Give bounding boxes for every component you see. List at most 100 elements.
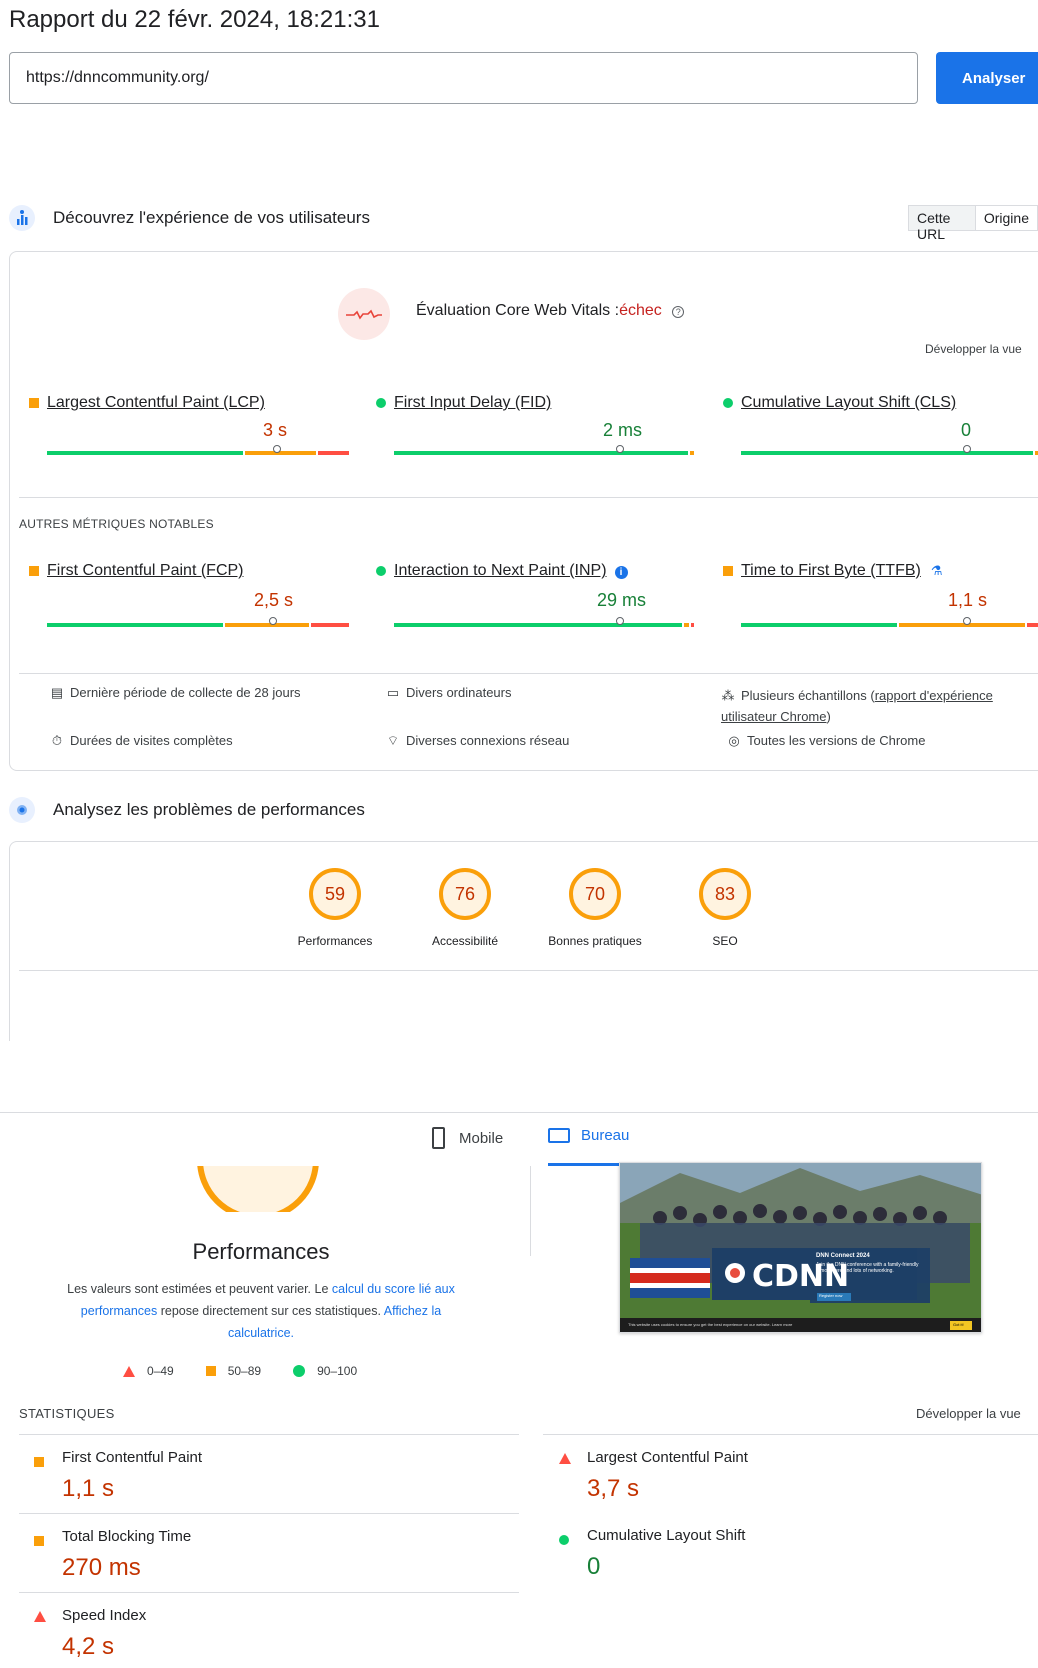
lab-section-title: Analysez les problèmes de performances	[53, 800, 365, 819]
metric-cls: Cumulative Layout Shift (CLS) 0	[723, 394, 1038, 455]
distribution-bar	[394, 617, 696, 627]
analyze-button[interactable]: Analyser	[936, 52, 1038, 104]
legend-pass: 90–100	[293, 1364, 357, 1378]
info-samples: ⁂ Plusieurs échantillons (rapport d'expér…	[721, 685, 1021, 727]
info-icon[interactable]: i	[614, 566, 628, 579]
red-triangle-icon	[34, 1611, 46, 1622]
expand-view-link[interactable]: Développer la vue	[925, 342, 1022, 356]
devices-icon: ▭	[386, 685, 400, 700]
cwv-status: échec	[619, 302, 662, 319]
field-section-title: Découvrez l'expérience de vos utilisateu…	[53, 208, 370, 227]
score-seo[interactable]: 83 SEO	[665, 868, 785, 948]
divider	[19, 497, 1038, 498]
metric-value: 29 ms	[596, 590, 646, 610]
stat-cls: Cumulative Layout Shift 0	[543, 1513, 1038, 1593]
phone-icon	[432, 1127, 445, 1149]
users-experience-icon	[9, 205, 35, 231]
stat-name: Largest Contentful Paint	[587, 1449, 748, 1466]
stats-title: STATISTIQUES	[19, 1406, 115, 1421]
stat-name: Total Blocking Time	[62, 1528, 192, 1545]
tab-desktop-label: Bureau	[581, 1127, 630, 1144]
distribution-bar	[47, 617, 349, 627]
metric-name[interactable]: Time to First Byte (TTFB)	[741, 562, 921, 579]
timer-icon: ⏱	[51, 733, 63, 748]
stat-name: First Contentful Paint	[62, 1449, 203, 1466]
metric-name[interactable]: Cumulative Layout Shift (CLS)	[741, 394, 956, 411]
score-performance[interactable]: 59 Performances	[275, 868, 395, 948]
divider	[0, 1112, 1038, 1113]
performance-gauge	[190, 1166, 326, 1212]
distribution-bar	[47, 445, 349, 455]
stat-value: 1,1 s	[62, 1475, 115, 1502]
samples-icon: ⁂	[721, 688, 735, 703]
stat-value: 3,7 s	[587, 1475, 640, 1502]
flask-icon: ⚗	[930, 563, 943, 578]
score-label: Performances	[297, 934, 373, 948]
stat-lcp: Largest Contentful Paint 3,7 s	[543, 1434, 1038, 1514]
stat-value: 0	[587, 1553, 601, 1580]
monitor-icon	[548, 1128, 570, 1143]
calendar-icon: ▤	[50, 685, 64, 700]
screenshot-cookie-button: Got it!	[953, 1322, 964, 1327]
score-gauge: 70	[569, 868, 621, 920]
green-circle-icon	[293, 1365, 306, 1377]
score-legend: 0–49 50–89 90–100	[123, 1364, 357, 1378]
red-triangle-icon	[559, 1453, 571, 1464]
tab-desktop[interactable]: Bureau	[548, 1127, 629, 1144]
help-icon[interactable]: ?	[672, 306, 685, 318]
url-input[interactable]	[9, 52, 918, 104]
info-versions: ◎ Toutes les versions de Chrome	[728, 733, 926, 748]
metric-name[interactable]: Interaction to Next Paint (INP)	[394, 562, 607, 579]
diagnose-icon	[9, 797, 35, 823]
info-period: ▤ Dernière période de collecte de 28 jour…	[50, 685, 301, 700]
orange-square-icon	[205, 1366, 216, 1376]
tab-mobile[interactable]: Mobile	[432, 1127, 503, 1149]
cwv-assessment: Évaluation Core Web Vitals :échec ?	[416, 302, 685, 320]
score-gauge: 59	[309, 868, 361, 920]
score-gauge: 83	[699, 868, 751, 920]
stat-name: Speed Index	[62, 1607, 147, 1624]
stat-fcp: First Contentful Paint 1,1 s	[19, 1434, 519, 1514]
metric-fid: First Input Delay (FID) 2 ms	[376, 394, 696, 455]
green-circle-icon	[723, 397, 733, 408]
score-best-practices[interactable]: 70 Bonnes pratiques	[535, 868, 655, 948]
orange-square-icon	[723, 565, 733, 576]
metric-value: 3 s	[262, 420, 287, 440]
orange-square-icon	[34, 1535, 44, 1546]
wifi-icon: ⌔	[386, 733, 400, 748]
stats-expand-link[interactable]: Développer la vue	[916, 1406, 1021, 1421]
score-accessibility[interactable]: 76 Accessibilité	[405, 868, 525, 948]
stat-si: Speed Index 4,2 s	[19, 1592, 519, 1668]
score-label: Bonnes pratiques	[548, 934, 642, 948]
metric-value: 2,5 s	[253, 590, 293, 610]
green-circle-icon	[376, 565, 386, 576]
metric-value: 2 ms	[602, 420, 642, 440]
screenshot-card: DNN Connect 2024 Join the DNN conference…	[816, 1253, 919, 1298]
distribution-bar	[741, 445, 1038, 455]
performance-description: Les valeurs sont estimées et peuvent var…	[67, 1282, 455, 1340]
cwv-label: Évaluation Core Web Vitals :	[416, 302, 620, 319]
red-triangle-icon	[123, 1365, 135, 1377]
distribution-bar	[741, 617, 1038, 627]
stat-value: 4,2 s	[62, 1633, 115, 1660]
url-origin-toggle: Cette URL Origine	[908, 205, 1038, 242]
toggle-this-url[interactable]: Cette URL	[909, 206, 976, 242]
metric-inp: Interaction to Next Paint (INP) i 29 ms	[376, 562, 696, 627]
other-metrics-title: AUTRES MÉTRIQUES NOTABLES	[19, 517, 214, 531]
tab-mobile-label: Mobile	[459, 1129, 504, 1147]
page-screenshot: CDNN DNN Connect 2024 Join the DNN confe…	[619, 1162, 982, 1333]
toggle-origin[interactable]: Origine	[976, 206, 1037, 230]
metric-name[interactable]: First Contentful Paint (FCP)	[47, 562, 244, 579]
legend-fail: 0–49	[123, 1364, 174, 1378]
metric-name[interactable]: First Input Delay (FID)	[394, 394, 551, 411]
screenshot-graphic	[620, 1163, 981, 1332]
info-devices: ▭ Divers ordinateurs	[386, 685, 512, 700]
stat-name: Cumulative Layout Shift	[587, 1527, 746, 1544]
screenshot-cookie-text: This website uses cookies to ensure you …	[628, 1322, 793, 1327]
green-circle-icon	[559, 1534, 569, 1545]
metric-value: 0	[960, 420, 971, 440]
orange-square-icon	[29, 397, 39, 408]
performance-title: Performances	[192, 1239, 330, 1264]
metric-name[interactable]: Largest Contentful Paint (LCP)	[47, 394, 265, 411]
orange-square-icon	[29, 565, 39, 576]
